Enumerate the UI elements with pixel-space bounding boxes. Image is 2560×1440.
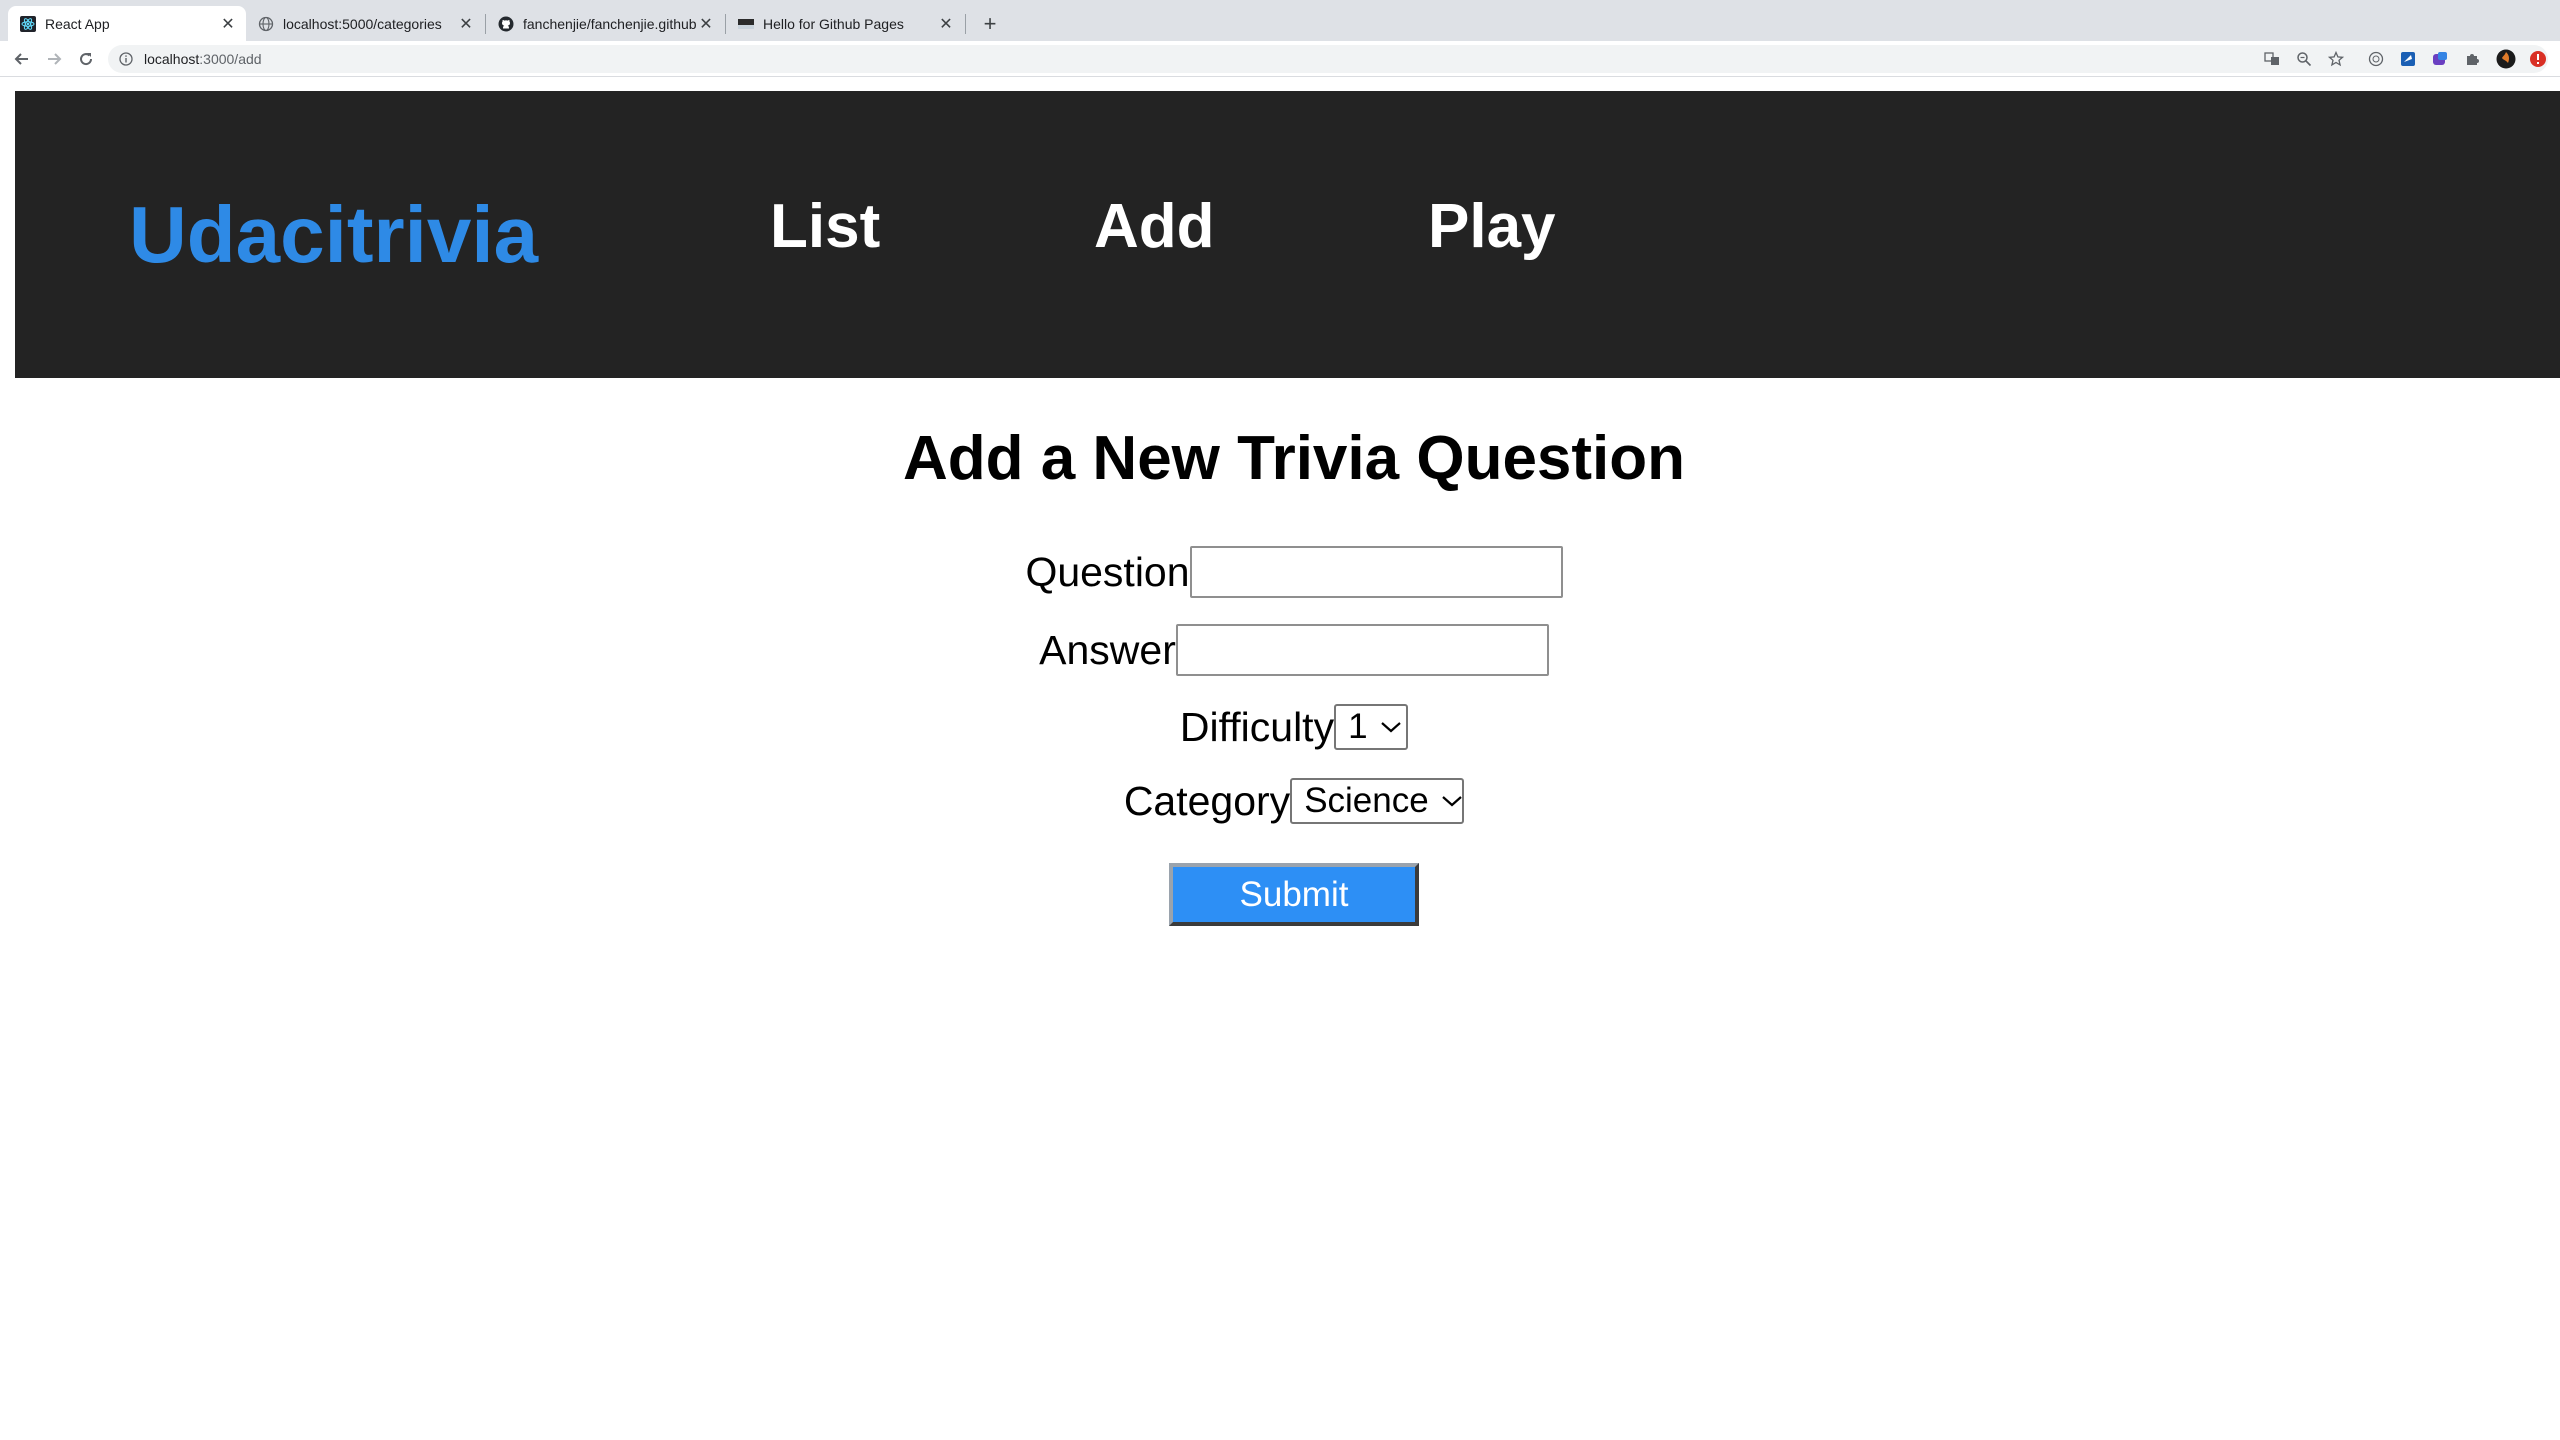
tab-separator — [965, 14, 966, 34]
difficulty-select[interactable]: 1 — [1334, 704, 1409, 750]
github-icon — [498, 16, 514, 32]
chevron-down-icon — [1441, 794, 1463, 808]
zoom-icon[interactable] — [2294, 49, 2314, 69]
bookmark-star-icon[interactable] — [2326, 49, 2346, 69]
browser-toolbar: localhost:3000/add — [0, 41, 2560, 77]
globe-icon — [258, 16, 274, 32]
nav-play[interactable]: Play — [1428, 196, 1556, 258]
tab-title: localhost:5000/categories — [283, 15, 442, 32]
back-arrow-icon — [14, 53, 28, 65]
close-icon[interactable]: ✕ — [936, 14, 956, 34]
extension-blue-icon[interactable] — [2398, 49, 2418, 69]
address-bar[interactable]: localhost:3000/add — [108, 45, 2548, 73]
nav-add[interactable]: Add — [1094, 196, 1215, 258]
update-badge-icon[interactable] — [2528, 49, 2548, 69]
url-text: localhost:3000/add — [144, 51, 262, 67]
submit-button[interactable]: Submit — [1169, 863, 1419, 926]
extension-purple-icon[interactable] — [2430, 49, 2450, 69]
difficulty-row: Difficulty 1 — [0, 704, 2560, 750]
page-title: Add a New Trivia Question — [902, 424, 1686, 493]
tab-github-pages[interactable]: Hello for Github Pages ✕ — [726, 6, 964, 41]
question-input[interactable] — [1189, 546, 1563, 598]
tab-react-app[interactable]: React App ✕ — [8, 6, 246, 41]
chevron-down-icon — [1380, 720, 1402, 734]
close-icon[interactable]: ✕ — [456, 14, 476, 34]
answer-label: Answer — [1039, 626, 1176, 673]
close-icon[interactable]: ✕ — [218, 14, 238, 34]
tab-github[interactable]: fanchenjie/fanchenjie.github.io ✕ — [486, 6, 724, 41]
new-tab-button[interactable]: + — [976, 10, 1004, 38]
tab-title: React App — [45, 15, 110, 32]
page-favicon-icon — [738, 16, 754, 32]
reload-button[interactable] — [74, 47, 98, 71]
category-label: Category — [1123, 777, 1291, 824]
info-icon[interactable] — [118, 51, 134, 67]
nav-list[interactable]: List — [770, 196, 880, 258]
back-button[interactable] — [10, 47, 34, 71]
question-label: Question — [1025, 548, 1190, 595]
extension-circle-icon[interactable] — [2366, 49, 2386, 69]
forward-button[interactable] — [42, 47, 66, 71]
url-path: :3000/add — [199, 51, 262, 67]
difficulty-selected-value: 1 — [1348, 707, 1368, 746]
browser-tab-strip: React App ✕ localhost:5000/categories ✕ … — [0, 0, 2560, 41]
react-favicon-icon — [20, 15, 36, 32]
extensions-puzzle-icon[interactable] — [2462, 49, 2482, 69]
tab-title: Hello for Github Pages — [763, 15, 904, 32]
tab-title: fanchenjie/fanchenjie.github.io — [523, 15, 696, 32]
close-icon[interactable]: ✕ — [696, 14, 716, 34]
tab-categories[interactable]: localhost:5000/categories ✕ — [246, 6, 484, 41]
translate-icon[interactable] — [2262, 49, 2282, 69]
category-select[interactable]: Science — [1290, 778, 1465, 824]
answer-row: Answer — [0, 624, 2560, 676]
question-row: Question — [0, 546, 2560, 598]
reload-icon — [80, 53, 93, 66]
forward-arrow-icon — [48, 53, 62, 65]
category-selected-value: Science — [1304, 781, 1429, 820]
brand-logo[interactable]: Udacitrivia — [129, 195, 538, 275]
answer-input[interactable] — [1175, 624, 1549, 676]
profile-avatar[interactable] — [2496, 49, 2516, 69]
url-host: localhost — [144, 51, 200, 67]
difficulty-label: Difficulty — [1179, 703, 1335, 750]
category-row: Category Science — [0, 778, 2560, 824]
